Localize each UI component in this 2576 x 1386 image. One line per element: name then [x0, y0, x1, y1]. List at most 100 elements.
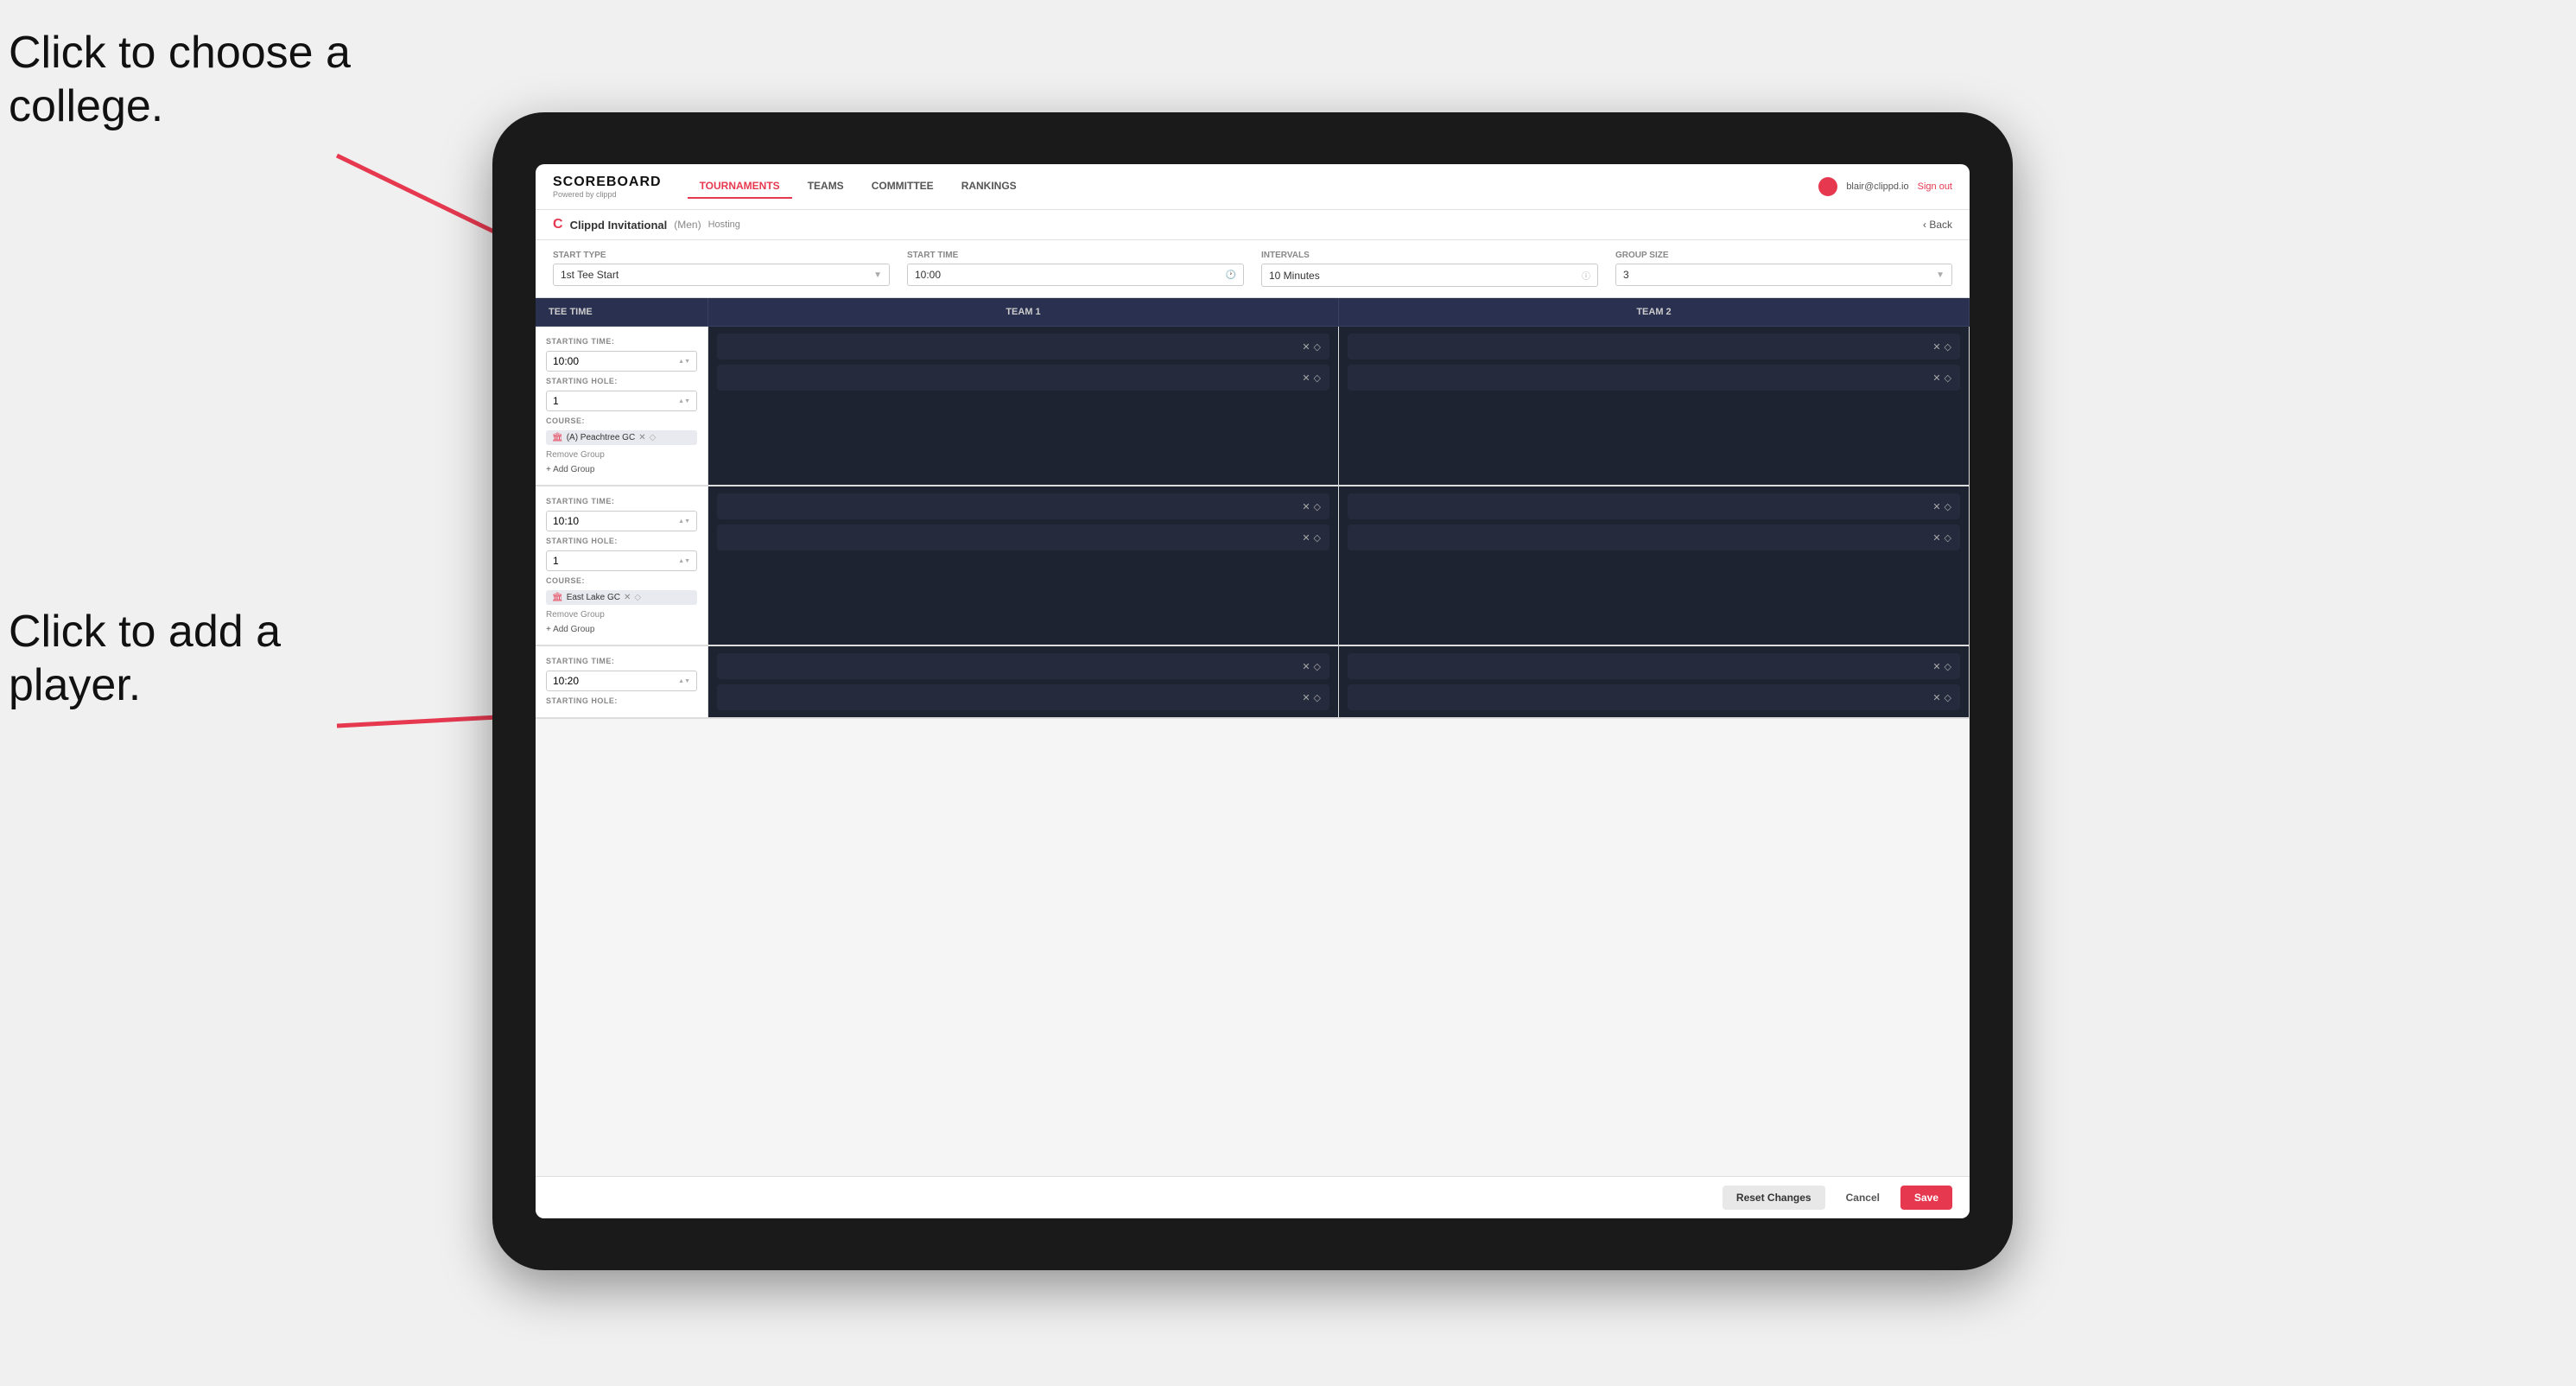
app-header: SCOREBOARD Powered by clippd TOURNAMENTS…: [536, 164, 1970, 210]
nav-tabs: TOURNAMENTS TEAMS COMMITTEE RANKINGS: [688, 175, 1819, 199]
player-slot[interactable]: ✕ ◇: [1348, 684, 1960, 710]
player-slot[interactable]: ✕ ◇: [1348, 334, 1960, 359]
user-email: blair@clippd.io: [1846, 181, 1908, 192]
remove-player-icon[interactable]: ✕: [1302, 692, 1310, 703]
remove-player-icon[interactable]: ✕: [1932, 341, 1940, 353]
start-time-select[interactable]: 10:00 🕐: [907, 264, 1244, 286]
intervals-select[interactable]: 10 Minutes ⓘ: [1261, 264, 1598, 287]
remove-player-icon[interactable]: ✕: [1932, 501, 1940, 512]
remove-player-icon[interactable]: ✕: [1302, 372, 1310, 384]
remove-course-icon-2[interactable]: ✕: [624, 593, 631, 602]
player-slot[interactable]: ✕ ◇: [717, 684, 1329, 710]
logo-title: SCOREBOARD: [553, 175, 662, 190]
expand-player-icon[interactable]: ◇: [1945, 372, 1951, 384]
tablet-frame: SCOREBOARD Powered by clippd TOURNAMENTS…: [492, 112, 2013, 1270]
remove-player-icon[interactable]: ✕: [1302, 501, 1310, 512]
user-avatar: [1818, 177, 1837, 196]
remove-player-icon[interactable]: ✕: [1932, 661, 1940, 672]
add-group-link-2[interactable]: + Add Group: [546, 625, 697, 634]
time-spinner-1: ▲▼: [678, 359, 690, 365]
header-right: blair@clippd.io Sign out: [1818, 177, 1952, 196]
remove-player-icon[interactable]: ✕: [1932, 692, 1940, 703]
nav-tab-tournaments[interactable]: TOURNAMENTS: [688, 175, 792, 199]
course-label-1: COURSE:: [546, 416, 697, 425]
player-slot[interactable]: ✕ ◇: [1348, 365, 1960, 391]
remove-player-icon[interactable]: ✕: [1302, 532, 1310, 544]
save-button[interactable]: Save: [1900, 1186, 1952, 1210]
table-header: Tee Time Team 1 Team 2: [536, 298, 1970, 327]
chevron-down-icon-2: ▼: [1936, 270, 1945, 280]
building-icon-2: 🏛: [552, 593, 563, 602]
remove-player-icon[interactable]: ✕: [1932, 372, 1940, 384]
course-tag-1[interactable]: 🏛 (A) Peachtree GC ✕ ◇: [546, 430, 697, 445]
remove-course-icon[interactable]: ✕: [638, 433, 645, 442]
group-left-2: STARTING TIME: 10:10 ▲▼ STARTING HOLE: 1…: [536, 486, 708, 645]
course-tag-2[interactable]: 🏛 East Lake GC ✕ ◇: [546, 590, 697, 605]
logo-sub: Powered by clippd: [553, 190, 662, 199]
gender-badge: (Men): [674, 219, 701, 231]
player-slot[interactable]: ✕ ◇: [717, 653, 1329, 679]
remove-group-link-2[interactable]: Remove Group: [546, 610, 697, 620]
group-left-3: STARTING TIME: 10:20 ▲▼ STARTING HOLE:: [536, 646, 708, 717]
expand-player-icon[interactable]: ◇: [1314, 661, 1321, 672]
add-group-link-1[interactable]: + Add Group: [546, 465, 697, 474]
back-link[interactable]: ‹ Back: [1923, 219, 1952, 231]
expand-player-icon[interactable]: ◇: [1945, 532, 1951, 544]
hole-spinner-2: ▲▼: [678, 558, 690, 564]
starting-time-input-3[interactable]: 10:20 ▲▼: [546, 671, 697, 691]
chevron-down-icon: ▼: [873, 270, 882, 280]
starting-hole-label-2: STARTING HOLE:: [546, 537, 697, 545]
remove-player-icon[interactable]: ✕: [1302, 661, 1310, 672]
group-size-group: Group Size 3 ▼: [1615, 251, 1952, 287]
starting-hole-input-2[interactable]: 1 ▲▼: [546, 550, 697, 571]
expand-player-icon[interactable]: ◇: [1314, 341, 1321, 353]
expand-player-icon[interactable]: ◇: [1314, 501, 1321, 512]
sign-out-link[interactable]: Sign out: [1918, 181, 1952, 192]
remove-player-icon[interactable]: ✕: [1932, 532, 1940, 544]
team2-cell-3: ✕ ◇ ✕ ◇: [1339, 646, 1970, 717]
reset-changes-button[interactable]: Reset Changes: [1723, 1186, 1825, 1210]
th-team1: Team 1: [708, 298, 1339, 326]
starting-time-input-2[interactable]: 10:10 ▲▼: [546, 511, 697, 531]
expand-player-icon[interactable]: ◇: [1945, 661, 1951, 672]
starting-hole-input-1[interactable]: 1 ▲▼: [546, 391, 697, 411]
nav-tab-committee[interactable]: COMMITTEE: [860, 175, 946, 199]
expand-player-icon[interactable]: ◇: [1945, 341, 1951, 353]
expand-player-icon[interactable]: ◇: [1314, 692, 1321, 703]
nav-tab-rankings[interactable]: RANKINGS: [949, 175, 1029, 199]
expand-player-icon[interactable]: ◇: [1945, 501, 1951, 512]
cancel-button[interactable]: Cancel: [1832, 1186, 1894, 1210]
player-slot[interactable]: ✕ ◇: [1348, 493, 1960, 519]
player-slot[interactable]: ✕ ◇: [1348, 525, 1960, 550]
group-size-select[interactable]: 3 ▼: [1615, 264, 1952, 286]
expand-player-icon[interactable]: ◇: [1314, 372, 1321, 384]
remove-group-link-1[interactable]: Remove Group: [546, 450, 697, 460]
player-slot[interactable]: ✕ ◇: [717, 365, 1329, 391]
expand-icon-2[interactable]: ◇: [634, 593, 641, 602]
start-type-select[interactable]: 1st Tee Start ▼: [553, 264, 890, 286]
expand-player-icon[interactable]: ◇: [1945, 692, 1951, 703]
group-row: STARTING TIME: 10:20 ▲▼ STARTING HOLE: ✕…: [536, 646, 1970, 719]
c-logo: C: [553, 217, 563, 232]
remove-player-icon[interactable]: ✕: [1302, 341, 1310, 353]
player-slot[interactable]: ✕ ◇: [1348, 653, 1960, 679]
annotation-add-player: Click to add a player.: [9, 605, 337, 713]
app-footer: Reset Changes Cancel Save: [536, 1176, 1970, 1218]
nav-tab-teams[interactable]: TEAMS: [796, 175, 856, 199]
player-slot[interactable]: ✕ ◇: [717, 493, 1329, 519]
tablet-screen: SCOREBOARD Powered by clippd TOURNAMENTS…: [536, 164, 1970, 1218]
expand-icon[interactable]: ◇: [650, 433, 657, 442]
expand-player-icon[interactable]: ◇: [1314, 532, 1321, 544]
starting-time-input-1[interactable]: 10:00 ▲▼: [546, 351, 697, 372]
player-slot[interactable]: ✕ ◇: [717, 525, 1329, 550]
course-label-2: COURSE:: [546, 576, 697, 585]
start-time-label: Start Time: [907, 251, 1244, 260]
group-row: STARTING TIME: 10:00 ▲▼ STARTING HOLE: 1…: [536, 327, 1970, 486]
hole-spinner-1: ▲▼: [678, 398, 690, 404]
starting-time-label-2: STARTING TIME:: [546, 497, 697, 505]
starting-time-label-1: STARTING TIME:: [546, 337, 697, 346]
hosting-badge: Hosting: [708, 219, 740, 230]
clock-icon: 🕐: [1226, 270, 1236, 280]
team1-cell-1: ✕ ◇ ✕ ◇: [708, 327, 1339, 485]
player-slot[interactable]: ✕ ◇: [717, 334, 1329, 359]
